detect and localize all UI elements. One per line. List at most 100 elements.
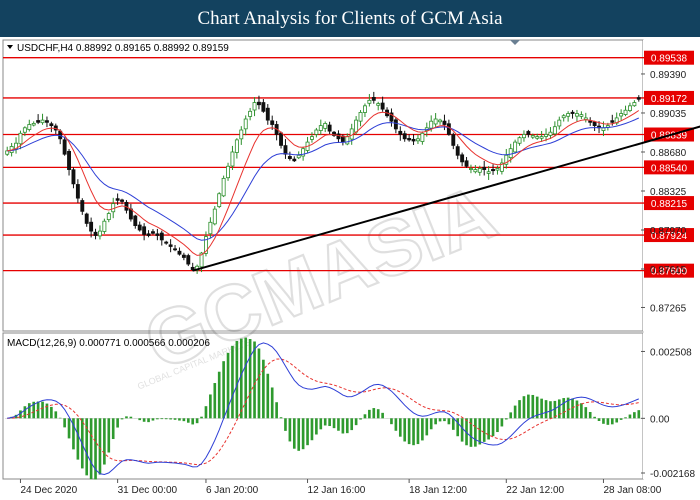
price-tick-label: 0.89035 [650,109,687,120]
candle-body [566,113,571,117]
candle-body [522,134,526,139]
candle-body [287,156,292,159]
candle-body [420,132,425,142]
page-title: Chart Analysis for Clients of GCM Asia [197,8,503,29]
candle-body [31,123,36,126]
candle-body [27,124,32,130]
price-tick-label: 0.88680 [650,148,687,159]
candle-body [535,136,540,139]
candle-body [371,96,376,101]
candle-body [217,193,222,208]
time-tick-label: 22 Jan 12:00 [506,485,564,496]
candle-body [173,248,177,251]
time-tick-label: 18 Jan 12:00 [409,485,467,496]
candle-body [22,127,27,133]
candle-body [226,165,230,179]
candle-body [544,134,548,137]
candle-body [257,101,261,106]
candle-body [80,200,85,212]
candle-body [106,213,111,221]
candle-body [561,115,566,119]
candle-body [62,139,67,155]
price-tick-label: 0.87970 [650,226,687,237]
candle-body [477,168,482,173]
candle-body [623,109,628,115]
candle-body [526,131,531,135]
candle-body [146,233,151,236]
price-tick-label: 0.87615 [650,265,687,276]
candle-body [433,118,438,125]
candle-body [67,150,71,170]
candle-body [513,141,518,153]
candle-body [327,124,332,132]
candle-body [120,199,124,202]
candle-body [168,244,173,247]
candle-body [601,127,606,131]
candle-body [208,221,213,235]
candle-body [36,120,41,123]
candle-body [265,107,270,121]
price-axis [643,40,698,331]
candle-body [102,220,107,232]
time-tick-label: 12 Jan 16:00 [308,485,366,496]
candle-body [292,158,297,162]
candle-body [508,148,513,159]
time-tick-label: 31 Dec 00:00 [118,485,178,496]
candle-body [402,133,407,140]
candle-body [619,113,624,117]
candle-body [636,97,641,100]
candle-body [438,119,442,123]
candle-body [345,136,350,145]
candle-body [18,132,23,145]
candle-body [89,221,94,232]
candle-body [261,102,266,112]
candle-body [230,151,235,167]
candle-body [393,119,398,130]
candle-body [548,131,553,136]
candle-body [296,154,301,159]
candle-body [407,138,412,141]
price-tick-label: 0.88325 [650,187,687,198]
level-label: 0.89538 [651,54,688,65]
candle-body [557,119,562,127]
candle-body [75,184,80,199]
candle-body [455,146,460,156]
macd-tick-label: 0.00 [650,414,670,425]
candle-body [181,254,186,258]
candle-body [517,137,522,144]
candle-body [239,129,244,140]
candle-body [446,123,451,135]
candle-body [628,105,632,111]
candle-body [530,135,535,138]
candle-body [142,226,147,235]
candle-body [190,266,195,270]
level-label: 0.88540 [651,163,688,174]
level-label: 0.89172 [651,94,688,105]
candle-body [159,232,164,241]
candle-body [155,233,160,236]
candle-body [495,168,500,171]
candle-body [5,150,10,155]
candle-body [151,231,155,234]
candle-body [177,250,182,255]
candle-body [243,118,248,130]
candle-body [310,136,314,140]
candle-body [164,241,169,244]
candle-body [363,105,367,113]
candle-body [411,138,416,142]
candle-body [40,119,45,124]
candle-body [588,120,593,123]
symbol-header-text: USDCHF,H4 0.88992 0.89165 0.88992 0.8915… [17,43,229,54]
candle-body [552,126,557,135]
candle-body [491,169,495,172]
candle-body [49,123,54,127]
candle-body [416,138,420,142]
candle-body [186,255,191,265]
candle-body [451,134,456,146]
candle-body [84,213,89,224]
candle-body [482,166,487,170]
candle-body [279,132,283,146]
candle-body [71,169,76,185]
candle-body [323,123,328,129]
candle-body [398,130,403,135]
